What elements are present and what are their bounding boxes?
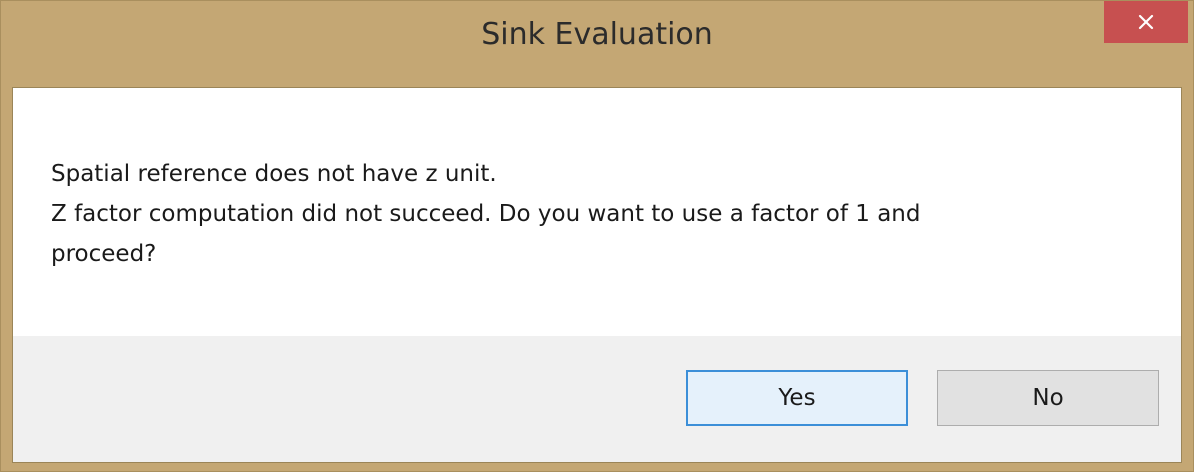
message-line-1: Spatial reference does not have z unit. bbox=[51, 161, 497, 187]
message-line-3: proceed? bbox=[51, 241, 157, 267]
dialog-content: Spatial reference does not have z unit. … bbox=[12, 87, 1182, 463]
button-bar: Yes No bbox=[13, 336, 1181, 462]
no-button[interactable]: No bbox=[937, 370, 1159, 426]
close-icon bbox=[1138, 14, 1154, 30]
close-button[interactable] bbox=[1104, 1, 1188, 43]
window-title: Sink Evaluation bbox=[481, 17, 713, 52]
yes-button[interactable]: Yes bbox=[686, 370, 908, 426]
dialog-window: Sink Evaluation Spatial reference does n… bbox=[0, 0, 1194, 472]
message-text: Spatial reference does not have z unit. … bbox=[51, 154, 1141, 274]
title-bar[interactable]: Sink Evaluation bbox=[1, 1, 1193, 87]
message-line-2: Z factor computation did not succeed. Do… bbox=[51, 201, 921, 227]
